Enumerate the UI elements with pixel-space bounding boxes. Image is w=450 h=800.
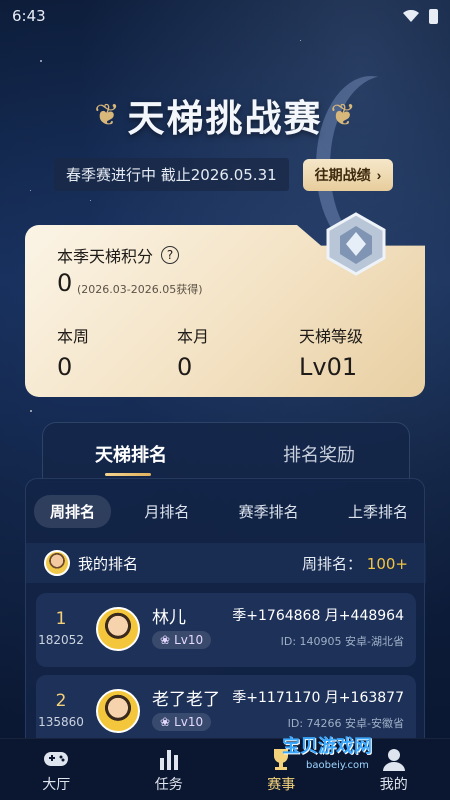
avatar: [96, 689, 140, 733]
score-label-row: 本季天梯积分 ?: [57, 243, 180, 267]
battery-icon: [429, 8, 438, 24]
subtab-last-season[interactable]: 上季排名: [332, 495, 424, 528]
past-records-label: 往期战绩: [314, 166, 371, 183]
month-value: 0: [177, 353, 193, 381]
level-text: Lv10: [174, 715, 204, 729]
avatar: [44, 550, 70, 576]
period-subtabs: 周排名 月排名 赛季排名 上季排名: [34, 495, 424, 528]
tab-ladder-ranking[interactable]: 天梯排名: [95, 441, 167, 467]
rank-points: 135860: [38, 715, 84, 729]
tab-ranking-rewards[interactable]: 排名奖励: [283, 441, 355, 467]
page-title-area: ❦ 天梯挑战赛 ❦: [0, 88, 450, 142]
score-range: (2026.03-2026.05获得): [77, 283, 203, 296]
laurel-right-icon: ❦: [330, 97, 356, 133]
rank-number: 2: [55, 691, 67, 711]
player-name: 老了老了: [152, 690, 220, 710]
season-row: 春季赛进行中 截止2026.05.31 往期战绩 ›: [54, 158, 394, 191]
subtab-monthly[interactable]: 月排名: [128, 495, 205, 528]
level-label: 天梯等级: [299, 327, 364, 346]
nav-hall[interactable]: 大厅: [16, 746, 96, 794]
week-value: 0: [57, 353, 73, 381]
month-stat: 本月 0: [177, 323, 209, 381]
my-rank-week-label: 周排名：: [302, 554, 363, 573]
active-tab-indicator: [105, 473, 151, 476]
user-icon: [382, 748, 405, 771]
ranking-list-panel: 周排名 月排名 赛季排名 上季排名 我的排名 周排名： 100+ 1 18205…: [25, 478, 426, 749]
my-rank-week-value: 100+: [366, 554, 408, 573]
list-item[interactable]: 1 182052 林儿 ❀ Lv10 季+1764868 月+448964 ID:…: [36, 593, 416, 667]
player-meta: ID: 140905 安卓-湖北省: [280, 635, 404, 648]
watermark-title: 宝贝游戏网: [282, 736, 372, 757]
player-stats: 季+1171170 月+163877: [232, 690, 404, 706]
lotus-icon: ❀: [160, 633, 171, 647]
watermark-url: baobeiy.com: [306, 760, 369, 771]
help-icon[interactable]: ?: [161, 246, 180, 264]
level-value: Lv01: [299, 353, 358, 381]
nav-hall-label: 大厅: [42, 776, 71, 793]
level-badge: ❀ Lv10: [152, 631, 212, 649]
rank-points: 182052: [38, 633, 84, 647]
season-status: 春季赛进行中 截止2026.05.31: [54, 158, 289, 191]
chevron-right-icon: ›: [376, 166, 382, 183]
gamepad-icon: [44, 751, 69, 766]
level-stat: 天梯等级 Lv01: [299, 323, 363, 381]
score-label: 本季天梯积分: [57, 247, 154, 266]
score-value: 0: [57, 269, 73, 297]
subtab-season[interactable]: 赛季排名: [223, 495, 315, 528]
nav-tasks[interactable]: 任务: [129, 746, 209, 794]
bar-chart-icon: [159, 749, 178, 770]
wifi-icon: [403, 10, 419, 22]
my-rank-row: 我的排名 周排名： 100+: [26, 543, 426, 583]
level-badge: ❀ Lv10: [152, 713, 212, 731]
status-time: 6:43: [12, 7, 46, 25]
page-title: 天梯挑战赛: [127, 97, 323, 140]
week-label: 本周: [57, 327, 90, 346]
nav-events-label: 赛事: [267, 776, 296, 793]
past-records-button[interactable]: 往期战绩 ›: [302, 158, 394, 191]
bottom-nav: 大厅 任务 赛事 我的: [0, 738, 450, 800]
rank-number: 1: [55, 609, 67, 629]
month-label: 本月: [177, 327, 210, 346]
player-meta: ID: 74266 安卓-安徽省: [287, 717, 404, 730]
status-bar: 6:43: [0, 0, 450, 32]
player-name: 林儿: [152, 608, 186, 628]
ranking-tab-panel: 天梯排名 排名奖励: [42, 422, 410, 482]
nav-mine-label: 我的: [379, 776, 408, 793]
week-stat: 本周 0: [57, 323, 89, 381]
level-text: Lv10: [174, 633, 204, 647]
my-rank-value-row: 周排名： 100+: [302, 553, 408, 574]
laurel-left-icon: ❦: [94, 97, 120, 133]
nav-tasks-label: 任务: [154, 776, 183, 793]
avatar: [96, 607, 140, 651]
my-rank-label: 我的排名: [78, 554, 139, 573]
player-stats: 季+1764868 月+448964: [232, 608, 404, 624]
rank-badge-icon: [326, 212, 386, 276]
lotus-icon: ❀: [160, 715, 171, 729]
subtab-weekly[interactable]: 周排名: [34, 495, 112, 528]
